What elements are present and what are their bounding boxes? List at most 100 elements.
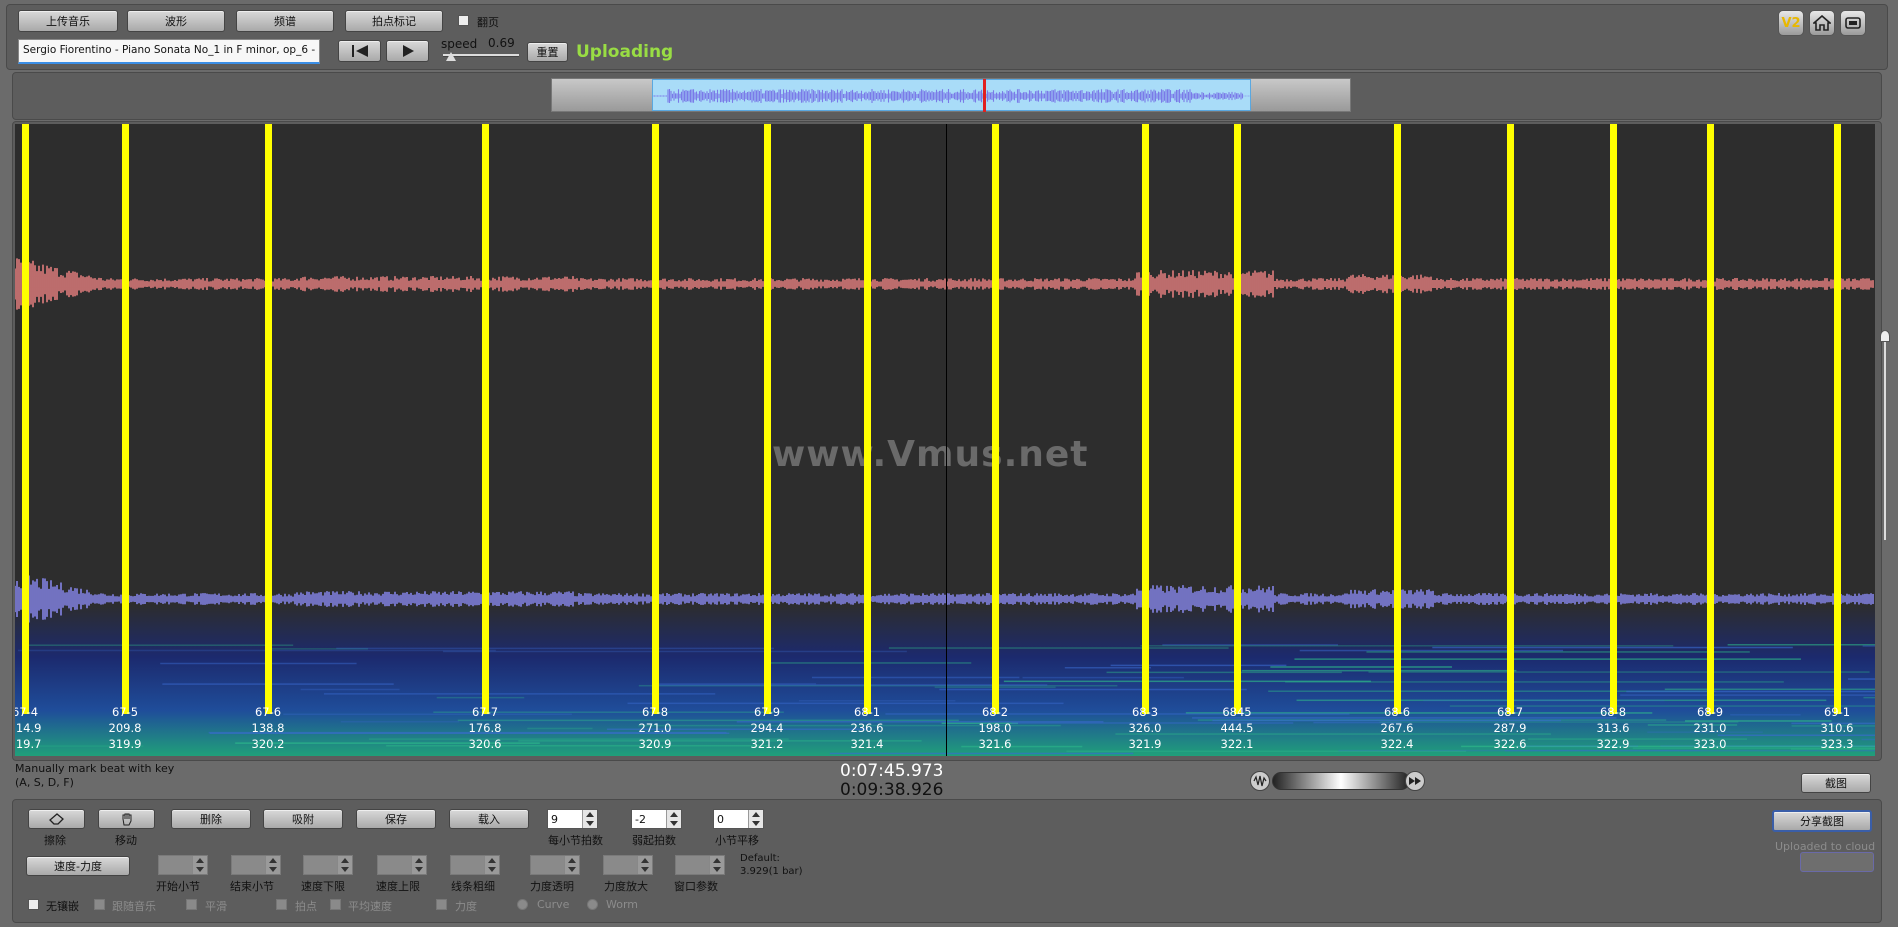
beat-label-v1: 176.8	[468, 721, 502, 735]
beat-label-v2: 319.9	[108, 737, 142, 751]
dynamics-checkbox[interactable]	[436, 899, 447, 910]
beat-point-checkbox[interactable]	[276, 899, 287, 910]
load-button[interactable]: 载入	[449, 809, 529, 829]
beat-label-v2: 320.9	[638, 737, 672, 751]
beat-line[interactable]	[265, 124, 272, 714]
end-bar-stepper[interactable]	[231, 855, 281, 875]
avg-tempo-checkbox[interactable]	[330, 899, 341, 910]
worm-radio[interactable]	[587, 899, 598, 910]
dyn-opacity-stepper[interactable]	[530, 855, 580, 875]
beat-label-label: 68-9	[1696, 705, 1724, 719]
vertical-zoom-thumb[interactable]	[1880, 330, 1890, 342]
time-total: 0:09:38.926	[840, 780, 944, 800]
beat-line[interactable]	[482, 124, 489, 714]
end-bar-label: 结束小节	[230, 880, 274, 893]
dyn-zoom-stepper[interactable]	[603, 855, 653, 875]
beat-label-v1: 267.6	[1380, 721, 1414, 735]
version-badge-icon[interactable]: V2	[1778, 10, 1804, 36]
eraser-icon	[48, 813, 64, 825]
save-button[interactable]: 保存	[356, 809, 436, 829]
beat-label: 67-8 271.0 320.9	[615, 704, 695, 752]
beat-line[interactable]	[1507, 124, 1514, 714]
beat-label: 68-1 236.6 321.4	[827, 704, 907, 752]
beats-per-bar-stepper[interactable]: 9	[547, 809, 598, 829]
fullscreen-icon[interactable]	[1840, 10, 1866, 36]
spectrum-button[interactable]: 频谱	[236, 10, 334, 32]
beat-label-v2: 319.7	[15, 737, 42, 751]
cloud-link-button[interactable]	[1800, 852, 1874, 872]
weak-beats-stepper[interactable]: -2	[631, 809, 682, 829]
no-vibrato-checkbox[interactable]	[28, 899, 39, 910]
beat-label-label: 68-1	[853, 705, 881, 719]
upload-music-button[interactable]: 上传音乐	[18, 10, 118, 32]
line-width-stepper[interactable]	[450, 855, 500, 875]
zoom-slider[interactable]	[1272, 772, 1410, 790]
overview-wave-path	[653, 89, 1250, 103]
beat-label-label: 68-3	[1131, 705, 1159, 719]
bar-offset-stepper[interactable]: 0	[713, 809, 764, 829]
beat-label-v1: 231.0	[1693, 721, 1727, 735]
beat-line[interactable]	[864, 124, 871, 714]
smooth-checkbox[interactable]	[186, 899, 197, 910]
song-title-field[interactable]: Sergio Fiorentino - Piano Sonata No_1 in…	[18, 39, 320, 64]
play-button[interactable]	[386, 40, 429, 62]
beat-line[interactable]	[992, 124, 999, 714]
screenshot-button[interactable]: 截图	[1801, 773, 1871, 793]
beat-label-label: 68-2	[981, 705, 1009, 719]
beat-label-v2: 322.4	[1380, 737, 1414, 751]
beat-line[interactable]	[652, 124, 659, 714]
beat-label: 68-3 326.0 321.9	[1105, 704, 1185, 752]
tempo-min-stepper[interactable]	[303, 855, 353, 875]
move-button[interactable]	[98, 809, 155, 829]
vertical-zoom-slider[interactable]	[1884, 330, 1886, 540]
main-waveform-view[interactable]: www.Vmus.net 67-4314.9319.767-5209.8319.…	[15, 124, 1875, 756]
upload-status: Uploading	[576, 42, 674, 62]
smooth-label: 平滑	[205, 900, 227, 913]
beat-line[interactable]	[22, 124, 29, 714]
curve-radio[interactable]	[517, 899, 528, 910]
speed-label: speed	[441, 37, 478, 51]
bar-offset-value: 0	[717, 812, 724, 826]
flip-page-checkbox[interactable]	[458, 15, 469, 26]
follow-music-checkbox[interactable]	[94, 899, 105, 910]
speed-slider-thumb[interactable]	[446, 52, 456, 61]
move-hand-icon	[122, 813, 131, 826]
waveform-zoom-icon[interactable]	[1250, 771, 1270, 791]
delete-button[interactable]: 删除	[171, 809, 251, 829]
move-label: 移动	[115, 834, 137, 847]
window-param-label: 窗口参数	[674, 880, 718, 893]
skip-to-start-button[interactable]	[338, 40, 381, 62]
beat-label-v1: 326.0	[1128, 721, 1162, 735]
overview-playhead[interactable]	[983, 79, 986, 112]
beat-line[interactable]	[1394, 124, 1401, 714]
tempo-dynamics-button[interactable]: 速度-力度	[26, 856, 130, 876]
window-param-stepper[interactable]	[675, 855, 725, 875]
beat-line[interactable]	[1234, 124, 1241, 714]
playhead-cursor[interactable]	[946, 124, 947, 756]
redraw-button[interactable]: 重置	[527, 42, 568, 62]
beat-label: 67-4 314.9 319.7	[15, 704, 65, 752]
beat-mark-button[interactable]: 拍点标记	[345, 10, 443, 32]
overview-visible-window[interactable]	[652, 79, 1251, 111]
home-icon[interactable]	[1809, 10, 1835, 36]
beat-line[interactable]	[122, 124, 129, 714]
beat-line[interactable]	[1610, 124, 1617, 714]
start-bar-stepper[interactable]	[158, 855, 208, 875]
beat-line[interactable]	[764, 124, 771, 714]
beat-label-label: 68-6	[1383, 705, 1411, 719]
beat-line[interactable]	[1142, 124, 1149, 714]
tempo-max-stepper[interactable]	[377, 855, 427, 875]
beat-label-label: 67-7	[471, 705, 499, 719]
beat-label-v2: 323.3	[1820, 737, 1854, 751]
beat-label-v2: 322.1	[1220, 737, 1254, 751]
beat-line[interactable]	[1707, 124, 1714, 714]
waveform-button[interactable]: 波形	[127, 10, 225, 32]
erase-button[interactable]	[28, 809, 85, 829]
snap-button[interactable]: 吸附	[263, 809, 343, 829]
beat-line[interactable]	[1834, 124, 1841, 714]
fast-forward-icon[interactable]	[1405, 771, 1425, 791]
beat-label: 68-9 231.0 323.0	[1670, 704, 1750, 752]
weak-beats-value: -2	[635, 812, 646, 826]
beat-label-v1: 314.9	[15, 721, 42, 735]
share-screenshot-button[interactable]: 分享截图	[1772, 810, 1872, 832]
